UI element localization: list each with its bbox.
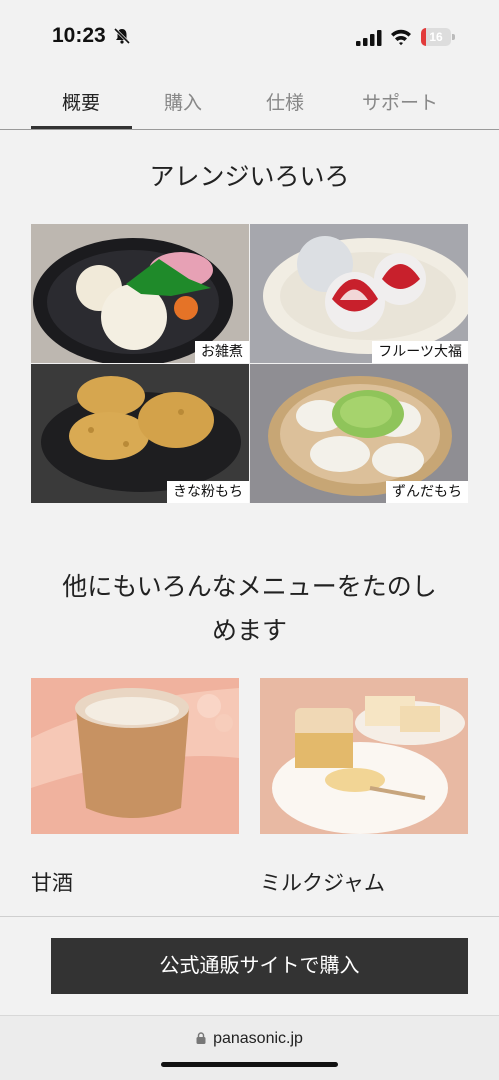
signal-icon (356, 30, 382, 46)
caption-zunda-mochi: ずんだもち (386, 481, 468, 503)
menu-title-line2: めます (211, 616, 287, 645)
caption-fruit-daifuku: フルーツ大福 (372, 341, 468, 363)
battery-icon: 16 (421, 28, 455, 46)
divider (0, 916, 499, 917)
photo-zunda-mochi: ずんだもち (250, 364, 468, 503)
buy-official-store-button[interactable]: 公式通販サイトで購入 (51, 938, 468, 994)
caption-ozoni: お雑煮 (195, 341, 249, 363)
menu-title-line1: 他にもいろんなメニューをたのし (62, 572, 437, 601)
tab-overview[interactable]: 概要 (31, 88, 131, 115)
lock-icon (196, 1032, 206, 1044)
caption-kinako-mochi: きな粉もち (167, 481, 249, 503)
battery-level: 16 (429, 30, 443, 44)
tab-purchase[interactable]: 購入 (133, 88, 233, 115)
status-bar: 10:23 16 (0, 0, 499, 70)
photo-fruit-daifuku: フルーツ大福 (250, 224, 468, 363)
home-indicator[interactable] (161, 1062, 338, 1067)
status-time: 10:23 (52, 24, 106, 47)
menu-item-label-amazake: 甘酒 (31, 871, 73, 895)
tab-specs[interactable]: 仕様 (235, 88, 335, 115)
arrange-photo-grid: お雑煮 フルーツ大福 きな粉もち ずんだもち (31, 224, 468, 503)
section-tabs: 概要 購入 仕様 サポート (0, 76, 499, 130)
bell-slash-icon (113, 27, 131, 45)
arrange-title: アレンジいろいろ (149, 162, 350, 191)
photo-ozoni: お雑煮 (31, 224, 249, 363)
tab-support[interactable]: サポート (350, 88, 450, 115)
photo-milk-jam (260, 678, 468, 834)
menu-item-label-milk-jam: ミルクジャム (260, 871, 385, 895)
browser-url-bar[interactable]: panasonic.jp (0, 1015, 499, 1080)
url-text: panasonic.jp (213, 1030, 303, 1047)
active-tab-indicator (31, 126, 132, 129)
url-display[interactable]: panasonic.jp (0, 1030, 499, 1048)
photo-amazake (31, 678, 239, 834)
wifi-icon (391, 29, 411, 46)
photo-kinako-mochi: きな粉もち (31, 364, 249, 503)
